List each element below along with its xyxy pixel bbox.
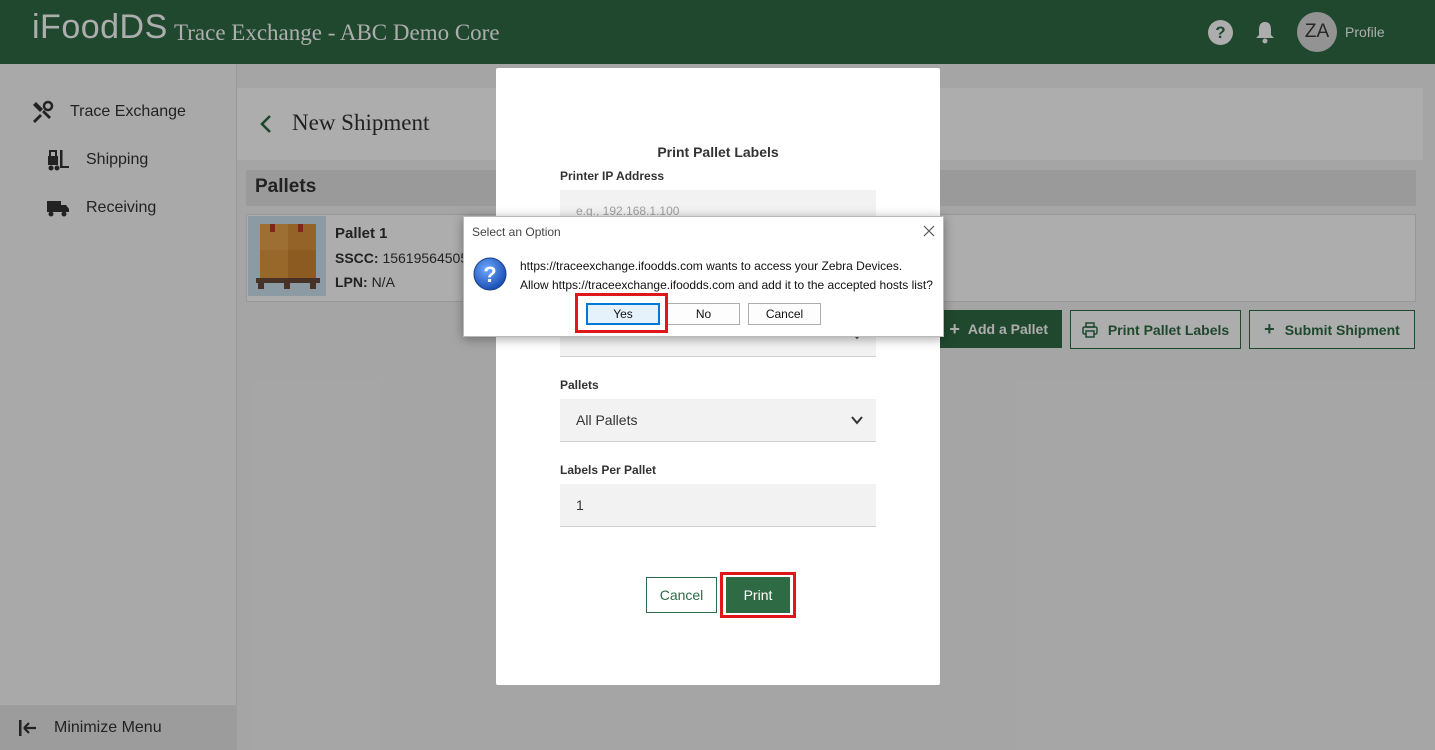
dialog-cancel-button[interactable]: Cancel <box>748 303 821 325</box>
dialog-no-button[interactable]: No <box>667 303 740 325</box>
pallets-select-value: All Pallets <box>576 412 638 428</box>
print-labels-modal: Print Pallet Labels Printer IP Address e… <box>496 68 940 685</box>
print-highlight-box <box>720 572 796 618</box>
chevron-down-icon <box>851 416 863 425</box>
printer-ip-label: Printer IP Address <box>560 169 665 183</box>
modal-cancel-button[interactable]: Cancel <box>646 577 717 613</box>
modal-title: Print Pallet Labels <box>657 144 779 160</box>
pallets-select[interactable]: All Pallets <box>560 399 876 442</box>
close-icon[interactable] <box>923 225 935 237</box>
dialog-title: Select an Option <box>472 225 561 239</box>
pallets-label: Pallets <box>560 378 599 392</box>
yes-highlight-box <box>575 293 668 333</box>
labels-per-pallet-input[interactable]: 1 <box>560 484 876 527</box>
svg-text:?: ? <box>483 262 496 287</box>
dialog-titlebar: Select an Option <box>464 217 943 247</box>
question-icon: ? <box>473 257 507 291</box>
select-option-dialog: Select an Option ? https://traceexchange… <box>463 216 944 337</box>
labels-per-pallet-label: Labels Per Pallet <box>560 463 657 477</box>
dialog-message-line1: https://traceexchange.ifoodds.com wants … <box>520 259 903 273</box>
dialog-message-line2: Allow https://traceexchange.ifoodds.com … <box>520 278 933 292</box>
